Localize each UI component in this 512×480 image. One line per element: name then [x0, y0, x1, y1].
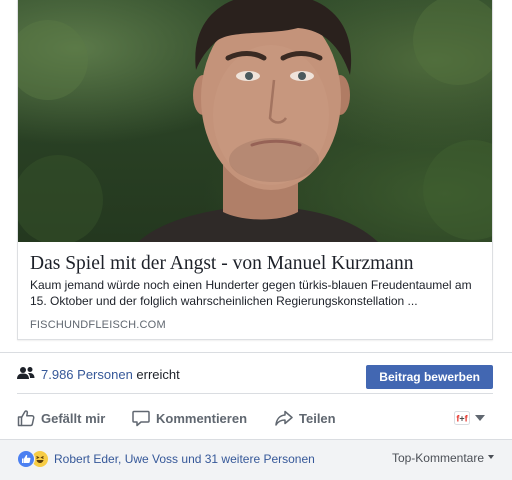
reach-suffix: erreicht: [136, 367, 180, 382]
article-title[interactable]: Das Spiel mit der Angst - von Manuel Kur…: [30, 252, 482, 276]
portrait-illustration: [18, 0, 492, 242]
link-preview-card[interactable]: Das Spiel mit der Angst - von Manuel Kur…: [17, 0, 493, 340]
chevron-down-icon: [475, 415, 485, 421]
article-photo[interactable]: [18, 0, 492, 242]
article-description: Kaum jemand würde noch einen Hunderter g…: [30, 278, 472, 308]
share-button[interactable]: Teilen: [275, 403, 336, 433]
reach-row: 7.986 Personen erreicht Beitrag bewerben: [17, 362, 493, 390]
action-bar: Gefällt mir Kommentieren Teilen f+f: [17, 403, 493, 433]
comment-button[interactable]: Kommentieren: [132, 403, 247, 433]
article-domain: FISCHUNDFLEISCH.COM: [30, 319, 166, 331]
comments-area: Robert Eder, Uwe Voss und 31 weitere Per…: [0, 439, 512, 480]
reactions-summary[interactable]: Robert Eder, Uwe Voss und 31 weitere Per…: [17, 450, 315, 468]
chevron-down-icon: [488, 455, 494, 459]
comment-icon: [132, 410, 150, 427]
facebook-post: Das Spiel mit der Angst - von Manuel Kur…: [0, 0, 512, 480]
like-reaction-icon: [17, 450, 35, 468]
reactors-text[interactable]: Robert Eder, Uwe Voss und 31 weitere Per…: [54, 451, 315, 467]
divider: [17, 393, 493, 394]
reach-count-link[interactable]: 7.986 Personen: [41, 367, 133, 382]
post-as-selector[interactable]: f+f: [454, 409, 485, 427]
share-arrow-icon: [275, 410, 293, 426]
share-label: Teilen: [299, 410, 336, 426]
like-button[interactable]: Gefällt mir: [17, 403, 105, 433]
boost-post-button[interactable]: Beitrag bewerben: [366, 365, 493, 389]
like-label: Gefällt mir: [41, 410, 106, 426]
comment-sort-dropdown[interactable]: Top-Kommentare: [392, 451, 494, 465]
thumbs-up-icon: [17, 410, 35, 427]
reach-text: 7.986 Personen erreicht: [41, 367, 180, 383]
sort-label: Top-Kommentare: [391, 451, 484, 465]
svg-text:f+f: f+f: [456, 414, 468, 424]
divider: [0, 352, 512, 353]
page-avatar-icon: f+f: [454, 411, 470, 425]
people-icon: [17, 367, 35, 379]
comment-label: Kommentieren: [156, 410, 248, 426]
